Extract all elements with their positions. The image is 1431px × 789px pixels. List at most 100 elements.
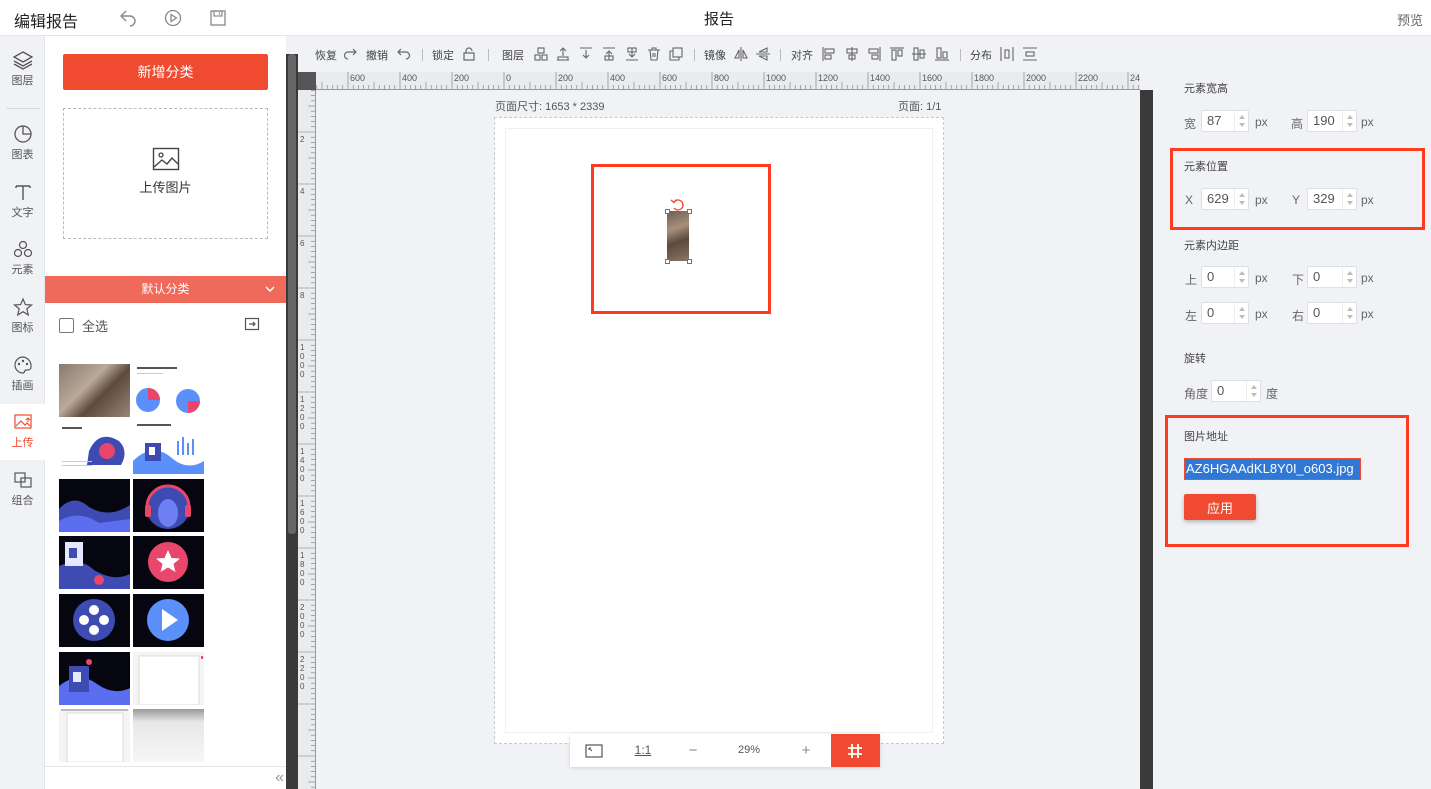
send-to-back-icon[interactable] bbox=[625, 46, 639, 62]
height-input[interactable]: 190 bbox=[1307, 110, 1357, 132]
image-thumbnail[interactable] bbox=[59, 364, 130, 417]
layer-up-icon[interactable] bbox=[534, 46, 548, 62]
undo-icon[interactable] bbox=[119, 9, 137, 27]
rail-item-icons[interactable]: 图标 bbox=[0, 289, 45, 345]
zoom-in-button[interactable]: + bbox=[782, 734, 830, 767]
actual-size-button[interactable]: 1:1 bbox=[618, 734, 668, 767]
image-thumbnail[interactable] bbox=[59, 652, 130, 705]
zoom-out-button[interactable]: − bbox=[670, 734, 716, 767]
move-to-folder-icon[interactable] bbox=[244, 316, 260, 332]
distribute-vertical-icon[interactable] bbox=[1023, 46, 1037, 62]
padding-bottom-input[interactable]: 0 bbox=[1307, 266, 1357, 288]
stepper-arrows[interactable] bbox=[1246, 381, 1260, 401]
delete-icon[interactable] bbox=[647, 46, 661, 62]
upload-image-dropzone[interactable]: 上传图片 bbox=[63, 108, 268, 239]
image-thumbnail[interactable] bbox=[133, 479, 204, 532]
resize-handle[interactable] bbox=[665, 259, 670, 264]
unit-label: px bbox=[1255, 307, 1268, 321]
checkbox[interactable] bbox=[59, 317, 74, 333]
rotate-handle-icon[interactable] bbox=[670, 198, 686, 211]
play-icon[interactable] bbox=[164, 9, 182, 27]
new-category-button[interactable]: 新增分类 bbox=[63, 54, 268, 90]
rail-item-illustrations[interactable]: 插画 bbox=[0, 347, 45, 403]
image-thumbnail[interactable] bbox=[133, 709, 204, 762]
ruler-label: 0 bbox=[300, 361, 305, 370]
padding-top-input[interactable]: 0 bbox=[1201, 266, 1249, 288]
ruler-label: 800 bbox=[714, 73, 729, 83]
stepper-arrows[interactable] bbox=[1234, 189, 1248, 209]
image-thumbnail[interactable] bbox=[59, 479, 130, 532]
align-center-h-icon[interactable] bbox=[845, 46, 859, 62]
rail-item-layers[interactable]: 图层 bbox=[0, 42, 45, 98]
stepper-arrows[interactable] bbox=[1342, 267, 1356, 287]
scrollbar-thumb[interactable] bbox=[288, 54, 296, 534]
width-input[interactable]: 87 bbox=[1201, 110, 1249, 132]
image-thumbnail[interactable] bbox=[133, 421, 204, 474]
align-bottom-icon[interactable] bbox=[935, 46, 949, 62]
select-all-checkbox[interactable]: 全选 bbox=[59, 316, 108, 334]
category-dropdown[interactable]: 默认分类 bbox=[45, 276, 286, 303]
send-backward-icon[interactable] bbox=[579, 46, 593, 62]
rail-item-text[interactable]: 文字 bbox=[0, 174, 45, 230]
ruler-label: 2400 bbox=[1130, 73, 1140, 83]
fit-screen-button[interactable] bbox=[570, 734, 617, 767]
grid-toggle-button[interactable] bbox=[831, 734, 880, 767]
collapse-panel-icon[interactable]: « bbox=[275, 769, 284, 787]
image-thumbnail[interactable] bbox=[59, 421, 130, 474]
flip-horizontal-icon[interactable] bbox=[734, 46, 748, 62]
undo-button[interactable]: 撤销 bbox=[366, 47, 388, 63]
stepper-arrows[interactable] bbox=[1342, 189, 1356, 209]
image-url-input[interactable]: AZ6HGAAdKL8Y0I_o603.jpg bbox=[1184, 458, 1361, 480]
image-thumbnail[interactable] bbox=[59, 536, 130, 589]
resize-handle[interactable] bbox=[687, 259, 692, 264]
rail-item-charts[interactable]: 图表 bbox=[0, 116, 45, 172]
align-left-icon[interactable] bbox=[822, 46, 836, 62]
distribute-button[interactable]: 分布 bbox=[970, 47, 992, 63]
image-thumbnail[interactable] bbox=[59, 594, 130, 647]
stepper-arrows[interactable] bbox=[1342, 111, 1356, 131]
align-top-icon[interactable] bbox=[890, 46, 904, 62]
lock-icon[interactable] bbox=[462, 46, 476, 62]
image-thumbnail[interactable] bbox=[133, 536, 204, 589]
selected-image-element[interactable] bbox=[667, 211, 689, 261]
copy-icon[interactable] bbox=[669, 46, 683, 62]
redo-button[interactable]: 恢复 bbox=[315, 47, 337, 63]
undo-icon[interactable] bbox=[397, 46, 411, 62]
bring-forward-icon[interactable] bbox=[556, 46, 570, 62]
image-thumbnail[interactable] bbox=[133, 594, 204, 647]
canvas-scrollbar[interactable] bbox=[1140, 90, 1153, 789]
apply-button[interactable]: 应用 bbox=[1184, 494, 1256, 520]
shapes-icon bbox=[13, 240, 32, 258]
y-input[interactable]: 329 bbox=[1307, 188, 1357, 210]
image-thumbnail[interactable] bbox=[133, 364, 204, 417]
distribute-horizontal-icon[interactable] bbox=[1000, 46, 1014, 62]
ruler-label: 1400 bbox=[870, 73, 890, 83]
preview-button[interactable]: 预览 bbox=[1397, 10, 1423, 29]
rail-item-group[interactable]: 组合 bbox=[0, 462, 45, 518]
x-input[interactable]: 629 bbox=[1201, 188, 1249, 210]
stepper-arrows[interactable] bbox=[1234, 111, 1248, 131]
padding-left-input[interactable]: 0 bbox=[1201, 302, 1249, 324]
mirror-button[interactable]: 镜像 bbox=[704, 47, 726, 63]
layer-button[interactable]: 图层 bbox=[502, 47, 524, 63]
panel-scrollbar[interactable] bbox=[286, 54, 298, 789]
align-middle-icon[interactable] bbox=[912, 46, 926, 62]
stepper-arrows[interactable] bbox=[1234, 267, 1248, 287]
redo-icon[interactable] bbox=[343, 46, 357, 62]
save-icon[interactable] bbox=[209, 9, 227, 27]
lock-button[interactable]: 锁定 bbox=[432, 47, 454, 63]
bring-to-front-icon[interactable] bbox=[602, 46, 616, 62]
image-thumbnail[interactable] bbox=[59, 709, 130, 762]
padding-right-input[interactable]: 0 bbox=[1307, 302, 1357, 324]
stepper-arrows[interactable] bbox=[1234, 303, 1248, 323]
image-thumbnail[interactable] bbox=[133, 652, 204, 705]
align-button[interactable]: 对齐 bbox=[791, 47, 813, 63]
rail-item-upload[interactable]: 上传 bbox=[0, 404, 45, 460]
size-section-title: 元素宽高 bbox=[1184, 83, 1228, 95]
rail-item-elements[interactable]: 元素 bbox=[0, 231, 45, 287]
align-right-icon[interactable] bbox=[867, 46, 881, 62]
angle-input[interactable]: 0 bbox=[1211, 380, 1261, 402]
resize-handle[interactable] bbox=[687, 209, 692, 214]
flip-vertical-icon[interactable] bbox=[756, 46, 770, 62]
stepper-arrows[interactable] bbox=[1342, 303, 1356, 323]
